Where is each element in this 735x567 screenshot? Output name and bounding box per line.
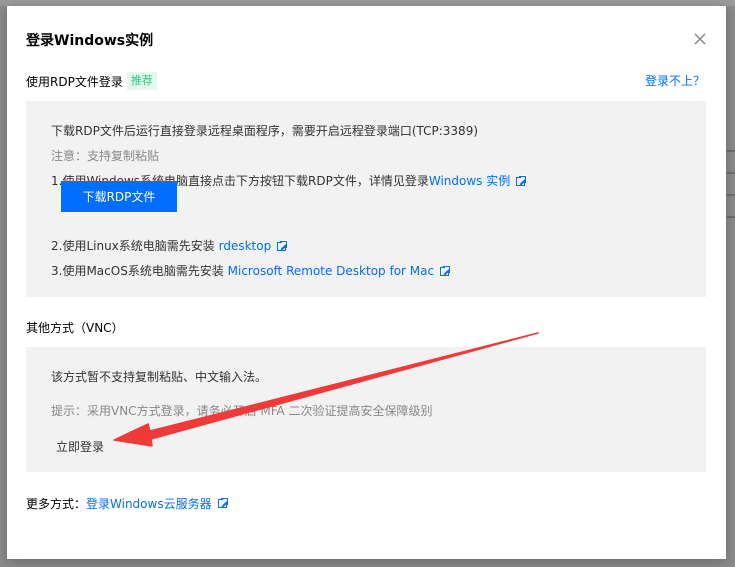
microsoft-remote-desktop-link[interactable]: Microsoft Remote Desktop for Mac [228,264,434,278]
rdp-section-heading: 使用RDP文件登录 推荐 [26,72,157,90]
windows-instance-link[interactable]: Windows 实例 [429,174,510,188]
rdesktop-link[interactable]: rdesktop [219,239,272,253]
vnc-login-link[interactable]: 立即登录 [56,438,104,455]
external-link-icon [217,497,229,508]
login-help-link[interactable]: 登录不上？ [645,72,705,89]
more-label: 更多方式： [26,497,87,511]
rdp-heading-text: 使用RDP文件登录 [26,74,123,89]
windows-cloud-server-link[interactable]: 登录Windows云服务器 [86,495,212,512]
rdp-step-3-text: 3.使用MacOS系统电脑需先安装 [51,264,228,278]
vnc-tip: 提示：采用VNC方式登录，请务必开启 MFA 二次验证提高安全保障级别 [51,404,433,418]
vnc-panel: 该方式暂不支持复制粘贴、中文输入法。 提示：采用VNC方式登录，请务必开启 MF… [26,347,706,472]
external-link-icon [277,240,289,251]
vnc-section-heading: 其他方式（VNC） [26,319,124,336]
rdp-note: 注意：支持复制粘贴 [51,149,160,163]
recommended-badge: 推荐 [126,72,157,90]
external-link-icon [516,175,528,186]
rdp-intro: 下载RDP文件后运行直接登录远程桌面程序，需要开启远程登录端口(TCP:3389… [51,124,479,138]
dialog-title: 登录Windows实例 [26,33,154,49]
rdp-panel: 下载RDP文件后运行直接登录远程桌面程序，需要开启远程登录端口(TCP:3389… [26,101,706,297]
vnc-heading-text: 其他方式（VNC） [26,321,124,335]
download-rdp-button[interactable]: 下载RDP文件 [61,181,177,212]
rdp-step-2: 2.使用Linux系统电脑需先安装 rdesktop [51,237,289,254]
external-link-icon [440,265,452,276]
rdp-step-3: 3.使用MacOS系统电脑需先安装 Microsoft Remote Deskt… [51,262,452,279]
more-methods: 更多方式： 登录Windows云服务器 [26,495,229,512]
vnc-description: 该方式暂不支持复制粘贴、中文输入法。 [51,370,268,384]
login-dialog: 登录Windows实例 使用RDP文件登录 推荐 登录不上？ 下载RDP文件后运… [7,6,726,559]
background-page-edge [727,150,735,290]
close-icon[interactable] [692,31,708,47]
rdp-step-2-text: 2.使用Linux系统电脑需先安装 [51,239,219,253]
